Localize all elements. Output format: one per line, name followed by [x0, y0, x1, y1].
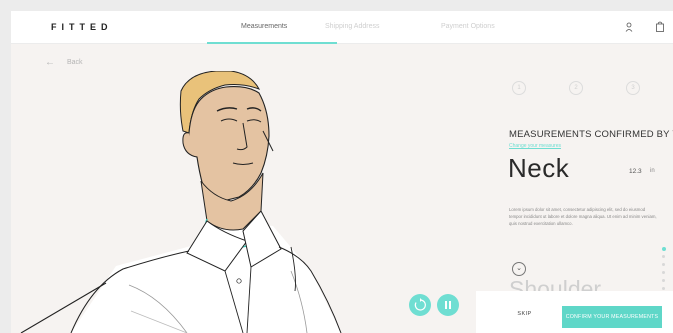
- brand-logo[interactable]: FITTED: [51, 22, 113, 32]
- back-link[interactable]: ← Back: [45, 57, 83, 68]
- change-measures-link[interactable]: Change your measures: [509, 143, 561, 149]
- chevron-down-icon[interactable]: ⌄: [512, 262, 526, 276]
- replay-button[interactable]: [409, 294, 431, 316]
- progress-dot[interactable]: [662, 271, 665, 274]
- action-bar: SKIP CONFIRM YOUR MEASUREMENTS: [476, 291, 673, 333]
- shopping-bag-icon[interactable]: [656, 21, 664, 32]
- measurement-description: Lorem ipsum dolor sit amet, consectetur …: [509, 207, 657, 226]
- step-indicator: 1 2 3: [502, 81, 640, 101]
- progress-dot[interactable]: [662, 263, 665, 266]
- nav-link-shipping-address[interactable]: Shipping Address: [325, 23, 379, 30]
- progress-dot[interactable]: [661, 247, 666, 251]
- replay-icon: [414, 298, 426, 311]
- current-measurement-name: Neck: [508, 153, 570, 183]
- skip-button[interactable]: SKIP: [496, 304, 553, 324]
- step-2[interactable]: 2: [569, 81, 583, 95]
- nav-link-payment-options[interactable]: Payment Options: [441, 23, 495, 30]
- nav-link-measurements[interactable]: Measurements: [241, 23, 287, 30]
- section-title: MEASUREMENTS CONFIRMED BY YOU: [509, 129, 673, 140]
- confirm-measurements-button[interactable]: CONFIRM YOUR MEASUREMENTS: [562, 306, 662, 328]
- progress-dot[interactable]: [662, 255, 665, 258]
- back-label: Back: [67, 59, 83, 66]
- measurement-value-input[interactable]: 12.3: [629, 168, 642, 175]
- pause-icon: [445, 301, 451, 309]
- top-navbar: FITTED Measurements Shipping Address Pay…: [11, 11, 673, 44]
- pause-button[interactable]: [437, 294, 459, 316]
- progress-dot[interactable]: [662, 279, 665, 282]
- user-icon[interactable]: [625, 22, 633, 32]
- active-nav-indicator: [207, 42, 337, 44]
- progress-dot[interactable]: [662, 287, 665, 290]
- arrow-left-icon: ←: [45, 57, 55, 68]
- measurement-page: FITTED Measurements Shipping Address Pay…: [11, 11, 673, 333]
- measurement-unit: in: [650, 168, 655, 174]
- step-1[interactable]: 1: [512, 81, 526, 95]
- step-3[interactable]: 3: [626, 81, 640, 95]
